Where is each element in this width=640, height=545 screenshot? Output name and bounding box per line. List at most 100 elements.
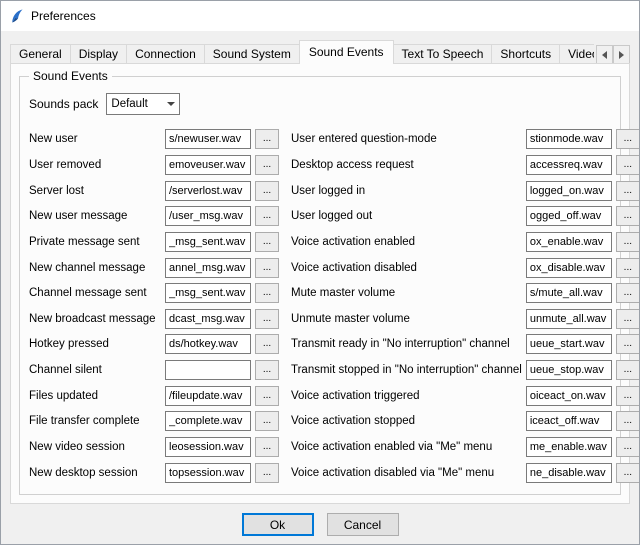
sound-event-label: Server lost xyxy=(29,185,165,197)
sound-event-row: User logged in ... xyxy=(291,180,640,201)
sound-file-input[interactable] xyxy=(165,206,251,226)
sounds-pack-select[interactable]: Default xyxy=(106,93,180,115)
tab-display[interactable]: Display xyxy=(70,44,127,64)
sound-file-input[interactable] xyxy=(165,283,251,303)
browse-button[interactable]: ... xyxy=(616,283,640,303)
sound-event-label: New broadcast message xyxy=(29,313,165,325)
sound-file-input[interactable] xyxy=(165,232,251,252)
sound-file-input[interactable] xyxy=(165,463,251,483)
sound-file-input[interactable] xyxy=(165,181,251,201)
sound-events-tab-page: Sound Events Sounds pack Default New use… xyxy=(10,63,630,504)
browse-button[interactable]: ... xyxy=(255,181,279,201)
sound-event-label: Voice activation disabled xyxy=(291,262,526,274)
sound-event-label: Transmit stopped in "No interruption" ch… xyxy=(291,364,526,376)
tab-sound-system[interactable]: Sound System xyxy=(204,44,300,64)
sound-event-row: Voice activation enabled ... xyxy=(291,232,640,253)
ok-button[interactable]: Ok xyxy=(242,513,314,536)
sound-event-row: Transmit stopped in "No interruption" ch… xyxy=(291,360,640,381)
sound-file-input[interactable] xyxy=(526,206,612,226)
browse-button[interactable]: ... xyxy=(255,463,279,483)
browse-button[interactable]: ... xyxy=(616,411,640,431)
sound-file-input[interactable] xyxy=(165,334,251,354)
tab-text-to-speech[interactable]: Text To Speech xyxy=(393,44,493,64)
sound-event-label: Voice activation stopped xyxy=(291,415,526,427)
sound-event-row: User logged out ... xyxy=(291,206,640,227)
browse-button[interactable]: ... xyxy=(255,309,279,329)
sound-file-input[interactable] xyxy=(165,411,251,431)
sound-file-input[interactable] xyxy=(526,155,612,175)
sound-event-row: Mute master volume ... xyxy=(291,283,640,304)
sound-event-label: New video session xyxy=(29,441,165,453)
sound-event-row: New channel message ... xyxy=(29,257,279,278)
browse-button[interactable]: ... xyxy=(616,437,640,457)
sound-file-input[interactable] xyxy=(526,334,612,354)
browse-button[interactable]: ... xyxy=(255,155,279,175)
tab-scroll-left-button[interactable] xyxy=(596,45,613,64)
sound-file-input[interactable] xyxy=(526,309,612,329)
sound-file-input[interactable] xyxy=(165,258,251,278)
sound-file-input[interactable] xyxy=(165,360,251,380)
browse-button[interactable]: ... xyxy=(616,206,640,226)
sounds-pack-label: Sounds pack xyxy=(29,97,98,111)
browse-button[interactable]: ... xyxy=(616,181,640,201)
sound-event-row: New user ... xyxy=(29,129,279,150)
tab-general[interactable]: General xyxy=(10,44,71,64)
sound-file-input[interactable] xyxy=(526,283,612,303)
sound-event-label: Channel silent xyxy=(29,364,165,376)
browse-button[interactable]: ... xyxy=(616,129,640,149)
tab-sound-events[interactable]: Sound Events xyxy=(299,40,394,64)
browse-button[interactable]: ... xyxy=(255,411,279,431)
browse-button[interactable]: ... xyxy=(616,232,640,252)
sound-event-row: New user message ... xyxy=(29,206,279,227)
sound-file-input[interactable] xyxy=(526,181,612,201)
browse-button[interactable]: ... xyxy=(616,463,640,483)
browse-button[interactable]: ... xyxy=(616,334,640,354)
sound-event-column-left: New user ... User removed ... Server los… xyxy=(29,129,279,488)
tab-scroll-right-button[interactable] xyxy=(613,45,630,64)
tab-video[interactable]: Video xyxy=(559,44,594,64)
sound-event-label: Mute master volume xyxy=(291,287,526,299)
sound-event-label: User entered question-mode xyxy=(291,133,526,145)
browse-button[interactable]: ... xyxy=(255,437,279,457)
sound-file-input[interactable] xyxy=(526,129,612,149)
browse-button[interactable]: ... xyxy=(255,206,279,226)
browse-button[interactable]: ... xyxy=(255,283,279,303)
sound-file-input[interactable] xyxy=(526,360,612,380)
browse-button[interactable]: ... xyxy=(616,258,640,278)
browse-button[interactable]: ... xyxy=(255,232,279,252)
sound-event-row: Voice activation triggered ... xyxy=(291,385,640,406)
browse-button[interactable]: ... xyxy=(255,386,279,406)
browse-button[interactable]: ... xyxy=(255,360,279,380)
sound-event-row: Transmit ready in "No interruption" chan… xyxy=(291,334,640,355)
sound-event-label: Files updated xyxy=(29,390,165,402)
browse-button[interactable]: ... xyxy=(255,334,279,354)
tab-strip: General Display Connection Sound System … xyxy=(10,40,594,64)
sound-file-input[interactable] xyxy=(526,463,612,483)
groupbox-title: Sound Events xyxy=(29,69,112,83)
browse-button[interactable]: ... xyxy=(616,386,640,406)
sound-file-input[interactable] xyxy=(526,386,612,406)
sound-event-row: Voice activation disabled ... xyxy=(291,257,640,278)
browse-button[interactable]: ... xyxy=(616,360,640,380)
sound-file-input[interactable] xyxy=(165,437,251,457)
tab-shortcuts[interactable]: Shortcuts xyxy=(491,44,560,64)
browse-button[interactable]: ... xyxy=(255,258,279,278)
sound-file-input[interactable] xyxy=(526,232,612,252)
sound-file-input[interactable] xyxy=(165,129,251,149)
sound-event-label: User logged out xyxy=(291,210,526,222)
browse-button[interactable]: ... xyxy=(616,155,640,175)
sound-file-input[interactable] xyxy=(526,258,612,278)
sound-event-label: Desktop access request xyxy=(291,159,526,171)
cancel-button[interactable]: Cancel xyxy=(327,513,399,536)
sound-file-input[interactable] xyxy=(165,386,251,406)
browse-button[interactable]: ... xyxy=(255,129,279,149)
tab-connection[interactable]: Connection xyxy=(126,44,205,64)
sound-file-input[interactable] xyxy=(526,411,612,431)
sound-file-input[interactable] xyxy=(526,437,612,457)
sound-file-input[interactable] xyxy=(165,155,251,175)
sound-event-row: New video session ... xyxy=(29,437,279,458)
sound-event-columns: New user ... User removed ... Server los… xyxy=(29,129,613,488)
sound-file-input[interactable] xyxy=(165,309,251,329)
sounds-pack-row: Sounds pack Default xyxy=(29,93,180,115)
browse-button[interactable]: ... xyxy=(616,309,640,329)
